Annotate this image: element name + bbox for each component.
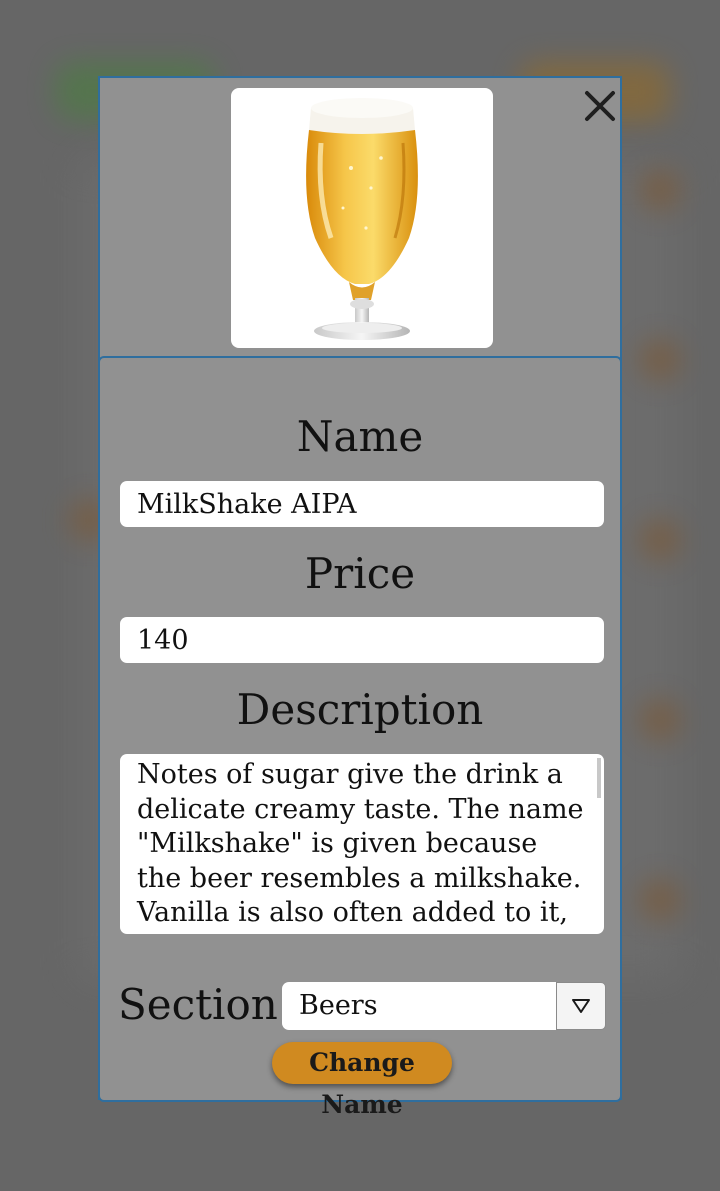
close-button[interactable] [578, 84, 622, 128]
price-label: Price [304, 549, 416, 598]
edit-item-modal: Name Price Description Notes of sugar gi… [98, 76, 622, 1119]
name-input[interactable] [120, 481, 604, 527]
beer-glass-icon [306, 98, 418, 340]
background-dot [640, 340, 680, 380]
section-select[interactable]: Beers [282, 982, 556, 1030]
beer-glass-image [231, 88, 493, 348]
name-label: Name [296, 412, 424, 461]
change-name-button[interactable]: Change Name [272, 1042, 452, 1119]
description-label: Description [236, 685, 484, 734]
image-area [100, 78, 620, 358]
price-input[interactable] [120, 617, 604, 663]
chevron-down-icon [572, 999, 590, 1013]
background-dot [640, 700, 680, 740]
section-label: Section [118, 980, 278, 1029]
close-icon [585, 91, 615, 121]
background-dot [640, 170, 680, 210]
section-select-arrow[interactable] [556, 982, 606, 1030]
textarea-scrollbar[interactable] [597, 758, 601, 798]
description-textarea[interactable]: Notes of sugar give the drink a delicate… [120, 754, 604, 934]
edit-form: Name Price Description Notes of sugar gi… [98, 356, 622, 1119]
background-dot [640, 520, 680, 560]
background-dot [640, 880, 680, 920]
